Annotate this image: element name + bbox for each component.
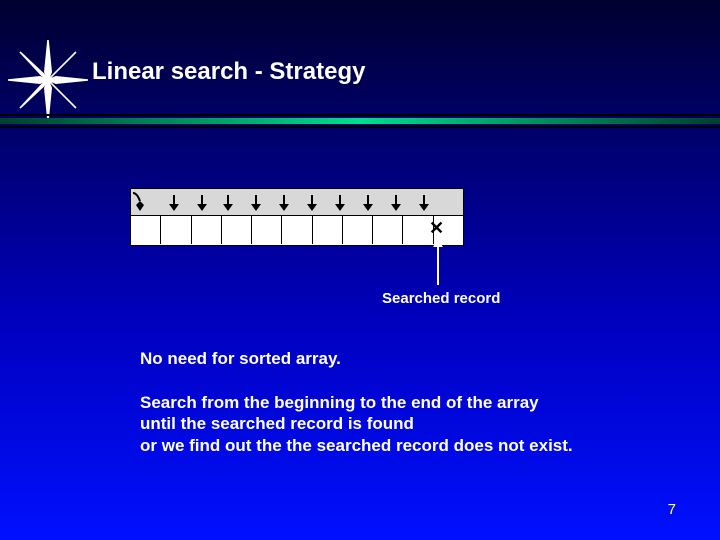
page-number: 7 [668,501,676,518]
slide: Linear search - Strategy ✕ [0,0,720,540]
searched-record-label: Searched record [382,290,500,307]
start-arrow-icon [131,191,155,213]
arrow-row [131,189,463,216]
slide-title: Linear search - Strategy [92,58,365,86]
divider [0,114,720,128]
array-diagram: ✕ [130,188,464,246]
step-arrow-icon [281,195,287,211]
starburst-icon [8,40,88,120]
step-arrow-icon [171,195,177,211]
array-cell [192,216,222,244]
body-line-1: No need for sorted array. [140,348,341,369]
array-cell [222,216,252,244]
array-cell [131,216,161,244]
body-line-2: Search from the beginning to the end of … [140,392,573,456]
step-arrow-icon [365,195,371,211]
step-arrow-icon [225,195,231,211]
array-cell [282,216,312,244]
cell-row [131,216,463,244]
array-cell [343,216,373,244]
step-arrow-icon [199,195,205,211]
pointer-arrow-icon [437,245,439,285]
step-arrow-icon [309,195,315,211]
step-arrow-icon [393,195,399,211]
array-cell [252,216,282,244]
step-arrow-icon [253,195,259,211]
array-cell [313,216,343,244]
array-cell [161,216,191,244]
step-arrow-icon [337,195,343,211]
step-arrow-icon [421,195,427,211]
found-marker-icon: ✕ [429,218,444,239]
array-cell [373,216,403,244]
